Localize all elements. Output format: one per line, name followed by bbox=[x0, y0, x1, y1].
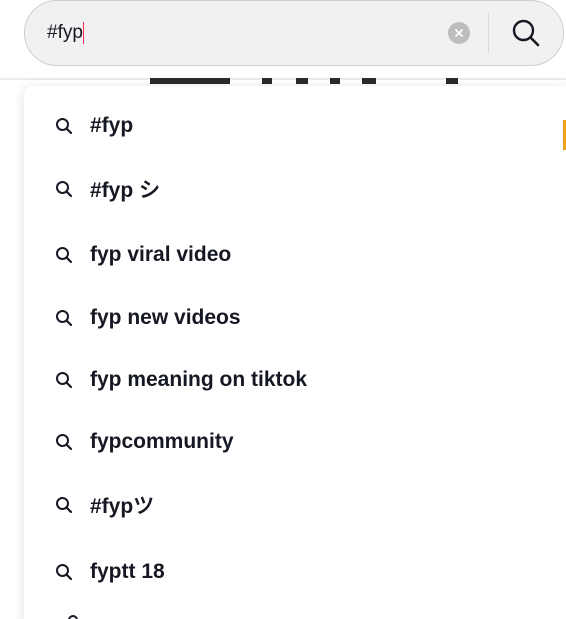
clear-search-button[interactable] bbox=[448, 22, 470, 44]
background-divider bbox=[0, 78, 566, 80]
suggestion-label: #fyp bbox=[90, 114, 134, 137]
search-suggestions-dropdown: #fyp #fyp シ fyp viral video fyp new vide… bbox=[24, 86, 566, 619]
magnifier-small-icon bbox=[54, 495, 74, 515]
suggestion-label: fyp viral video bbox=[90, 243, 232, 266]
search-submit-button[interactable] bbox=[489, 1, 563, 65]
background-content bbox=[330, 78, 340, 84]
suggestion-item[interactable]: fyp meaning on tiktok bbox=[24, 355, 566, 405]
page: #fyp #fyp #fyp シ fyp viral video fyp new… bbox=[0, 0, 566, 619]
magnifier-small-icon bbox=[54, 432, 74, 452]
suggestion-item[interactable]: #fypツ bbox=[24, 480, 566, 530]
suggestion-item[interactable]: fyp new videos bbox=[24, 293, 566, 343]
suggestion-item[interactable]: fypcommunity bbox=[24, 417, 566, 467]
magnifier-small-icon bbox=[68, 615, 78, 619]
suggestion-label: #fypツ bbox=[90, 495, 155, 518]
clear-x-icon bbox=[455, 29, 463, 37]
search-input-value: #fyp bbox=[47, 22, 83, 43]
background-content bbox=[150, 78, 230, 84]
search-bar: #fyp bbox=[24, 0, 564, 66]
magnifier-small-icon bbox=[54, 116, 74, 136]
magnifier-small-icon bbox=[54, 179, 74, 199]
magnifier-small-icon bbox=[54, 245, 74, 265]
text-caret bbox=[82, 22, 84, 44]
magnifier-icon bbox=[512, 19, 540, 47]
background-content bbox=[446, 78, 458, 84]
magnifier-small-icon bbox=[54, 562, 74, 582]
background-content bbox=[262, 78, 272, 84]
magnifier-small-icon bbox=[54, 308, 74, 328]
background-content bbox=[296, 78, 308, 84]
background-content bbox=[362, 78, 376, 84]
suggestion-item[interactable]: fyptt 18 bbox=[24, 547, 566, 597]
suggestion-label: fyp meaning on tiktok bbox=[90, 368, 308, 391]
suggestion-label: #fyp シ bbox=[90, 179, 161, 202]
magnifier-small-icon bbox=[54, 370, 74, 390]
suggestion-label: fypcommunity bbox=[90, 430, 234, 453]
suggestion-item[interactable]: #fyp シ bbox=[24, 164, 566, 214]
search-input[interactable]: #fyp bbox=[47, 13, 448, 53]
suggestion-item[interactable]: fyp viral video bbox=[24, 230, 566, 280]
suggestion-label: fyptt 18 bbox=[90, 560, 165, 583]
suggestion-item[interactable]: #fyp bbox=[24, 101, 566, 151]
suggestion-label: fyp new videos bbox=[90, 306, 241, 329]
